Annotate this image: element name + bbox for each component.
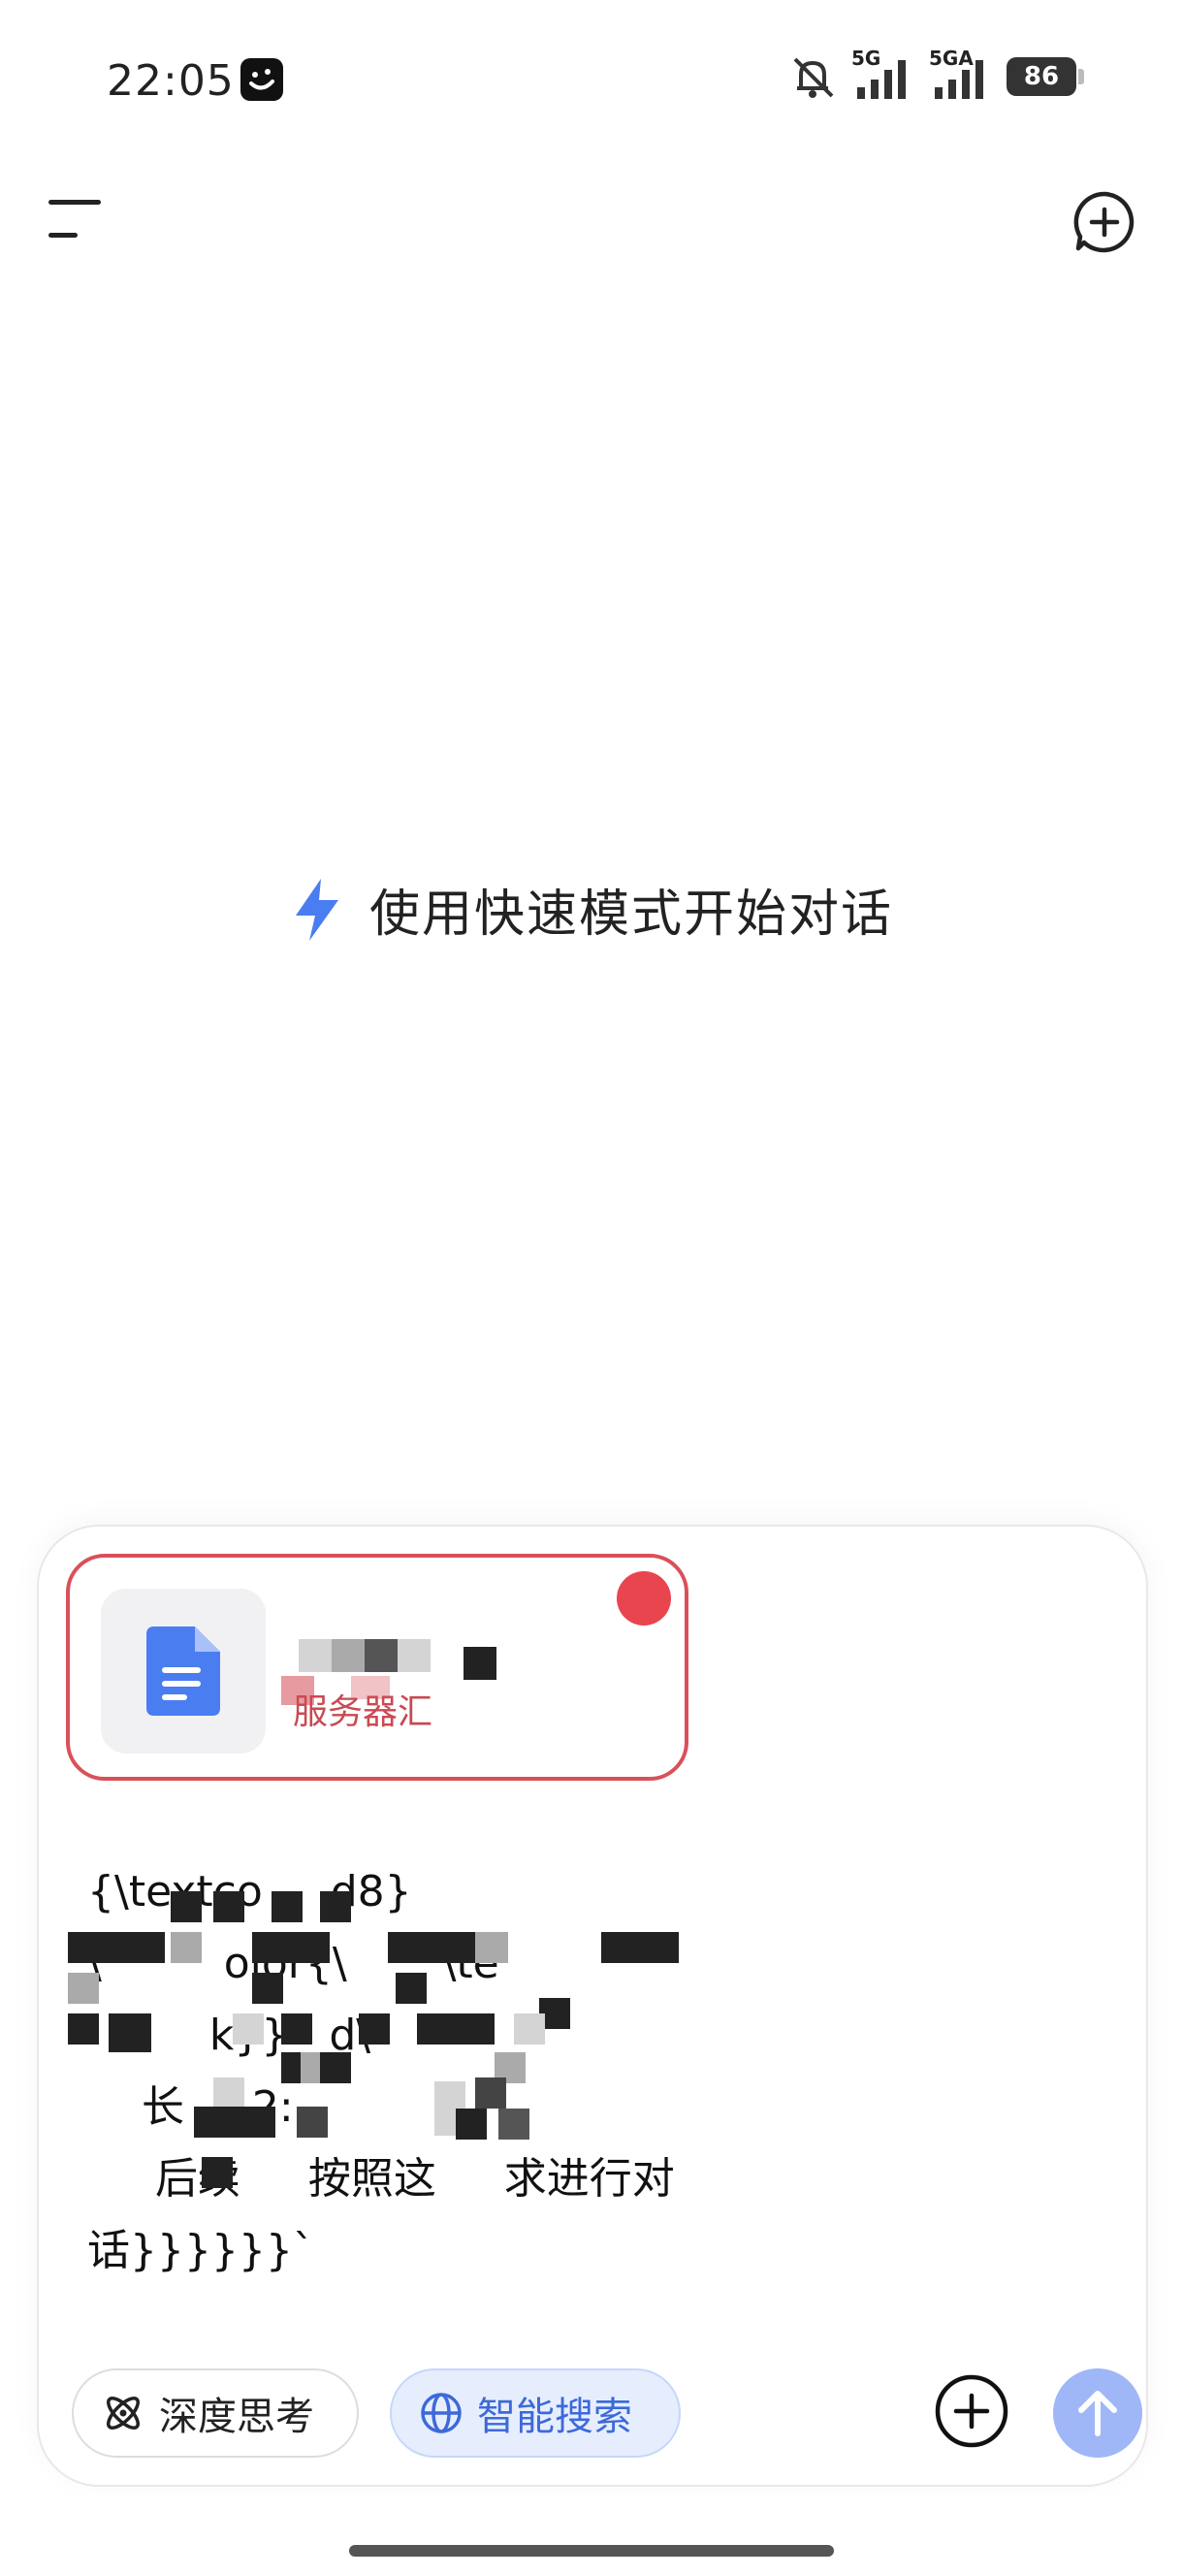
redacted-block [359,2013,390,2045]
attachment-card[interactable]: 服务器汇 [66,1554,688,1781]
smart-search-toggle[interactable]: 智能搜索 [390,2368,681,2458]
composer-toolbar: 深度思考 智能搜索 [72,2368,1142,2462]
file-thumbnail [101,1589,266,1754]
redacted-block [252,1973,283,2004]
redacted-block [601,1932,679,1963]
redacted-block [320,1891,351,1922]
redacted-block [281,2013,312,2045]
new-chat-icon[interactable] [1072,190,1136,254]
redacted-block [194,2107,225,2138]
redacted-block [272,1891,303,1922]
file-name: 服务器汇 [293,1692,433,1732]
redacted-block [498,2109,529,2140]
redacted-block [475,1932,508,1963]
redacted-block [464,1647,496,1680]
redacted-block [475,2077,506,2109]
status-time: 22:05 [107,56,235,106]
status-indicators: 5G 5GA 86 [787,47,1084,101]
menu-icon[interactable] [47,198,105,241]
redacted-block [299,1639,332,1672]
document-icon [146,1626,220,1716]
lightning-icon [295,878,338,941]
home-indicator[interactable] [349,2545,834,2557]
redacted-block [223,2107,275,2138]
redacted-block [388,1932,458,1963]
redacted-block [365,1639,398,1672]
redacted-block [171,1891,202,1922]
redacted-block [456,2109,487,2140]
smart-search-label: 智能搜索 [477,2395,632,2439]
atom-icon [107,2397,140,2430]
redacted-block [332,1639,365,1672]
signal-5ga: 5GA [929,47,993,101]
signal-5g: 5G [851,47,915,101]
globe-icon [421,2393,462,2433]
status-bar: 22:05 5G 5GA 86 [0,0,1183,165]
redacted-block [213,1891,244,1922]
redacted-block [202,2157,233,2188]
redacted-block [68,2013,99,2045]
chat-screen: 22:05 5G 5GA 86 使用快速模式开始对话 服务器汇 d8} \ ol… [0,0,1183,2576]
redacted-block [514,2013,545,2045]
redacted-block [252,1932,330,1963]
redacted-block [68,1973,99,2004]
redacted-block [171,1932,202,1963]
redacted-block [398,1639,431,1672]
redacted-block [396,1973,427,2004]
bell-muted-icon [793,57,834,98]
redacted-block [68,1932,165,1963]
notification-app-icon [240,58,283,101]
arrow-up-icon [1078,2391,1117,2436]
redacted-block [297,2107,328,2138]
deep-think-toggle[interactable]: 深度思考 [72,2368,359,2458]
redacted-block [417,2013,495,2045]
send-button[interactable] [1053,2368,1142,2458]
redacted-block [213,2077,244,2109]
battery-indicator: 86 [1007,57,1084,96]
redacted-block [233,2013,264,2045]
add-attachment-icon[interactable] [933,2372,1010,2450]
redacted-block [109,2013,151,2052]
composer: 服务器汇 {\textco d8} \ olor{\ \te k}} d\ 长 … [37,1525,1148,2487]
remove-attachment-icon[interactable] [617,1571,671,1626]
fast-mode-hint: 使用快速模式开始对话 [0,873,1183,946]
deep-think-label: 深度思考 [159,2395,314,2439]
hint-text: 使用快速模式开始对话 [368,886,893,944]
redacted-block [320,2052,351,2083]
